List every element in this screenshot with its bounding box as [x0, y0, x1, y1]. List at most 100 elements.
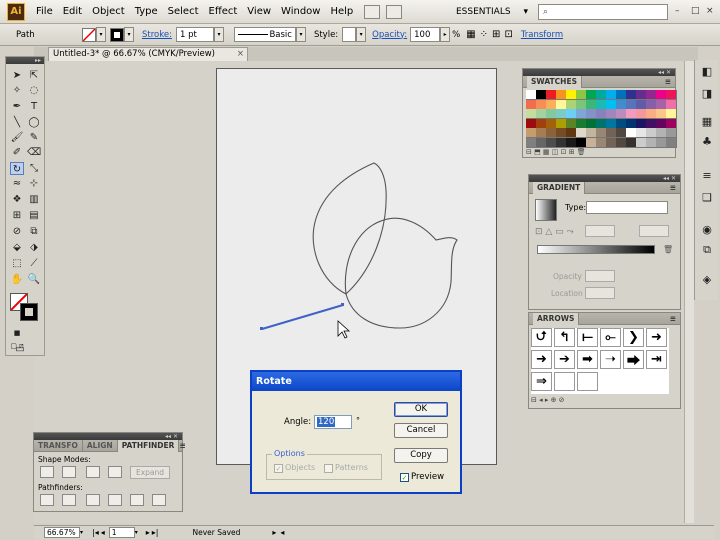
- arrow-symbol[interactable]: ➝: [600, 350, 621, 369]
- next-artboard-icon[interactable]: ▸: [146, 528, 150, 537]
- eraser-tool-icon[interactable]: ⌫: [27, 146, 41, 159]
- gradient-tab[interactable]: GRADIENT: [533, 181, 586, 194]
- align-tab[interactable]: ALIGN: [83, 439, 118, 452]
- color-swatch[interactable]: [666, 90, 677, 100]
- live-paint-selection-icon[interactable]: ⬗: [27, 241, 41, 254]
- selection-tool-icon[interactable]: ➤: [10, 69, 24, 82]
- exclude-icon[interactable]: [108, 466, 122, 478]
- gradient-type-select[interactable]: [586, 201, 668, 214]
- objects-checkbox[interactable]: ✓: [274, 464, 283, 473]
- pathfinder-tab[interactable]: PATHFINDER: [117, 439, 180, 452]
- first-artboard-icon[interactable]: |◂: [92, 528, 99, 537]
- appearance-dock-icon[interactable]: ◉: [699, 222, 715, 238]
- eyedropper-tool-icon[interactable]: ⊘: [10, 225, 24, 238]
- color-guide-icon[interactable]: ◨: [699, 86, 715, 102]
- gradient-angle-field[interactable]: [585, 225, 615, 237]
- live-paint-tool-icon[interactable]: ⬙: [10, 241, 24, 254]
- warp-tool-icon[interactable]: ≈: [10, 177, 24, 190]
- divide-icon[interactable]: [40, 494, 54, 506]
- arrows-tab[interactable]: ARROWS: [533, 312, 580, 325]
- artboard-tool-icon[interactable]: ⬚: [10, 257, 24, 270]
- stroke-dock-icon[interactable]: ≡: [699, 168, 715, 184]
- vertical-scrollbar[interactable]: [684, 61, 694, 523]
- gradient-aspect-field[interactable]: [639, 225, 669, 237]
- arrow-symbol[interactable]: ⇥: [646, 350, 667, 369]
- gradient-slider[interactable]: [537, 245, 655, 254]
- outline-icon[interactable]: [130, 494, 144, 506]
- arrow-symbol[interactable]: ⮍: [531, 328, 552, 347]
- scroll-left-icon[interactable]: ◂: [280, 528, 284, 537]
- unite-icon[interactable]: [40, 466, 54, 478]
- zoom-dropdown[interactable]: ▾: [80, 529, 88, 536]
- scale-tool-icon[interactable]: ⤡: [27, 162, 41, 175]
- merge-icon[interactable]: [86, 494, 100, 506]
- brushes-dock-icon[interactable]: ♣: [699, 134, 715, 150]
- graphic-styles-dock-icon[interactable]: ⧉: [699, 242, 715, 258]
- pen-tool-icon[interactable]: ✒: [10, 100, 24, 113]
- stroke-color-box[interactable]: [20, 303, 38, 321]
- color-swatch[interactable]: [666, 99, 677, 110]
- blend-tool-icon[interactable]: ⧉: [27, 225, 41, 238]
- line-tool-icon[interactable]: ╲: [10, 116, 24, 129]
- selected-stem-path[interactable]: [261, 304, 344, 330]
- swatches-dock-icon[interactable]: ▦: [699, 114, 715, 130]
- panel-menu-icon[interactable]: ≡: [179, 440, 189, 451]
- copy-button[interactable]: Copy: [394, 448, 448, 463]
- swatches-tab[interactable]: SWATCHES: [527, 75, 582, 88]
- minus-back-icon[interactable]: [152, 494, 166, 506]
- transform-tab[interactable]: TRANSFO: [34, 439, 83, 452]
- arrows-footer-icons[interactable]: ⊟ ◂ ▸ ⊕ ⊘: [531, 396, 677, 407]
- panel-menu-icon[interactable]: ≡: [670, 313, 680, 324]
- layers-dock-icon[interactable]: ◈: [699, 272, 715, 288]
- gradient-location-field[interactable]: [585, 287, 615, 299]
- zoom-tool-icon[interactable]: 🔍: [27, 273, 41, 286]
- gradient-preview-swatch[interactable]: [535, 199, 557, 221]
- last-artboard-icon[interactable]: ▸|: [152, 528, 159, 537]
- color-panel-icon[interactable]: ◧: [699, 64, 715, 80]
- slice-tool-icon[interactable]: ⟋: [27, 257, 41, 270]
- color-swatch[interactable]: [666, 109, 677, 119]
- angle-input[interactable]: 120: [314, 415, 352, 429]
- screen-mode-icon[interactable]: ▭: [10, 343, 30, 356]
- trim-icon[interactable]: [62, 494, 76, 506]
- color-mode-icons[interactable]: ■ ▢ ⧄: [10, 327, 24, 350]
- ellipse-tool-icon[interactable]: ◯: [27, 116, 41, 129]
- stroke-gradient-icons[interactable]: ⊡ △ ▭ ⤳: [535, 227, 574, 237]
- pencil-tool-icon[interactable]: ✎: [27, 131, 41, 144]
- color-swatch[interactable]: [666, 118, 677, 129]
- crop-icon[interactable]: [108, 494, 122, 506]
- tools-panel-header[interactable]: ▸▸: [6, 57, 44, 64]
- minus-front-icon[interactable]: [62, 466, 76, 478]
- arrow-symbol[interactable]: [577, 372, 598, 391]
- direct-selection-tool-icon[interactable]: ⇱: [27, 69, 41, 82]
- arrow-symbol[interactable]: ❯: [623, 328, 644, 347]
- free-transform-tool-icon[interactable]: ⊹: [27, 177, 41, 190]
- hand-tool-icon[interactable]: ✋: [10, 273, 24, 286]
- arrow-symbol[interactable]: ⟜: [600, 328, 621, 347]
- panel-menu-icon[interactable]: ≡: [670, 182, 680, 193]
- lasso-tool-icon[interactable]: ◌: [27, 84, 41, 97]
- artboard-number-field[interactable]: 1: [108, 527, 135, 538]
- arrow-symbol[interactable]: ⟝: [577, 328, 598, 347]
- zoom-field[interactable]: 66.67%: [44, 527, 80, 538]
- type-tool-icon[interactable]: T: [27, 100, 41, 113]
- arrow-symbol[interactable]: ➔: [554, 350, 575, 369]
- panel-menu-icon[interactable]: ≡: [665, 76, 675, 87]
- paintbrush-tool-icon[interactable]: 🖌: [10, 131, 24, 144]
- blob-brush-tool-icon[interactable]: ✐: [10, 146, 24, 159]
- magic-wand-tool-icon[interactable]: ✧: [10, 84, 24, 97]
- anchor-point[interactable]: [341, 303, 344, 306]
- mesh-tool-icon[interactable]: ⊞: [10, 209, 24, 222]
- intersect-icon[interactable]: [86, 466, 100, 478]
- arrow-symbol[interactable]: ➜: [531, 350, 552, 369]
- leaf-path-2[interactable]: [344, 217, 458, 329]
- arrow-symbol[interactable]: [554, 372, 575, 391]
- expand-button[interactable]: Expand: [130, 466, 170, 479]
- color-swatch[interactable]: [666, 128, 677, 138]
- rotate-tool-icon[interactable]: ↻: [10, 162, 24, 175]
- gradient-opacity-field[interactable]: [585, 270, 615, 282]
- symbol-sprayer-tool-icon[interactable]: ❖: [10, 193, 24, 206]
- arrow-symbol[interactable]: ⇒: [531, 372, 552, 391]
- arrow-symbol[interactable]: ⮕: [623, 350, 644, 369]
- color-swatch[interactable]: [666, 137, 677, 148]
